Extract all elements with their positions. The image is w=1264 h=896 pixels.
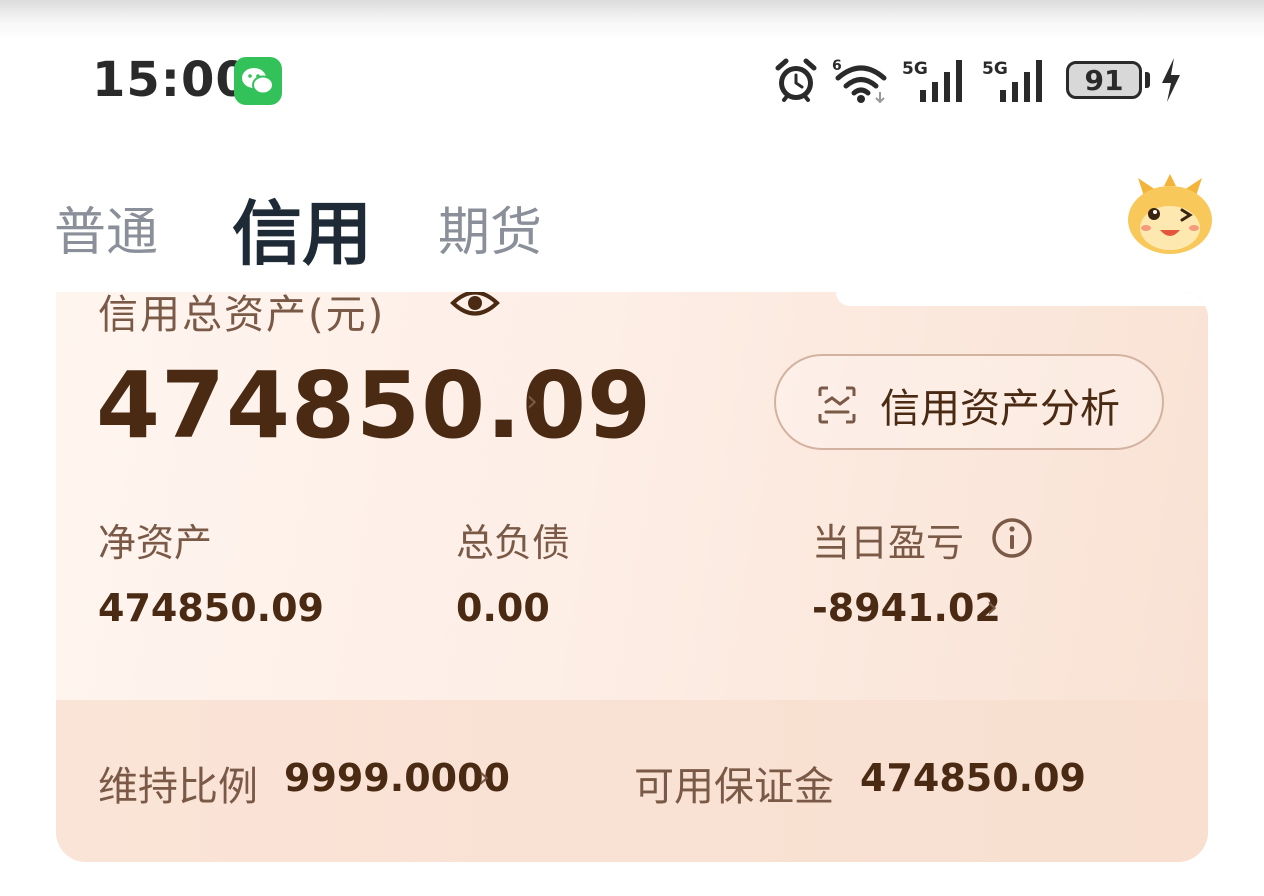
net-assets-value: 474850.09 [98, 586, 324, 630]
card-notch [836, 292, 1208, 306]
status-time: 15:00 [92, 52, 250, 108]
signal-icon: 5G [982, 59, 1042, 102]
analysis-chart-icon [818, 386, 856, 424]
maintenance-ratio-value[interactable]: 9999.0000 [284, 756, 510, 800]
chevron-right-icon[interactable]: › [986, 590, 998, 625]
total-assets-title: 信用总资产(元) [98, 292, 386, 338]
maintenance-ratio-label: 维持比例 [98, 764, 258, 810]
signal-icon: 5G [902, 59, 962, 102]
daily-pnl-value[interactable]: -8941.02 [812, 586, 1001, 630]
battery-icon: 91 [1066, 61, 1142, 99]
total-liabilities-label: 总负债 [456, 521, 571, 565]
signal-1-label: 5G [902, 59, 928, 79]
battery-level: 91 [1084, 63, 1124, 97]
net-assets-label: 净资产 [98, 521, 213, 565]
tab-normal[interactable]: 普通 [54, 190, 158, 265]
alarm-icon [775, 58, 817, 102]
chevron-right-icon[interactable]: › [478, 760, 490, 795]
total-assets-value[interactable]: 474850.09 [96, 352, 652, 459]
wifi-icon: 6 [832, 58, 887, 104]
daily-pnl-label: 当日盈亏 [812, 521, 965, 565]
charging-icon [1162, 58, 1180, 102]
top-shadow [0, 0, 1264, 40]
tab-futures[interactable]: 期货 [438, 190, 542, 265]
mascot-avatar-icon[interactable] [1124, 174, 1216, 258]
eye-icon[interactable] [450, 292, 500, 320]
credit-asset-card: 信用总资产(元) 474850.09 › 信用资产分析 净资产 总负债 当日盈亏… [56, 292, 1208, 862]
tab-credit[interactable]: 信用 [232, 178, 372, 279]
wifi-badge: 6 [832, 58, 842, 74]
available-margin-label: 可用保证金 [634, 764, 834, 810]
wechat-icon [234, 57, 282, 105]
chevron-right-icon[interactable]: › [526, 384, 538, 419]
battery-cap [1145, 72, 1150, 88]
signal-2-label: 5G [982, 59, 1008, 79]
available-margin-value: 474850.09 [860, 756, 1086, 800]
credit-analysis-label: 信用资产分析 [880, 386, 1120, 432]
total-liabilities-value: 0.00 [456, 586, 550, 630]
credit-analysis-button[interactable]: 信用资产分析 [774, 354, 1164, 450]
info-icon[interactable] [990, 516, 1034, 560]
